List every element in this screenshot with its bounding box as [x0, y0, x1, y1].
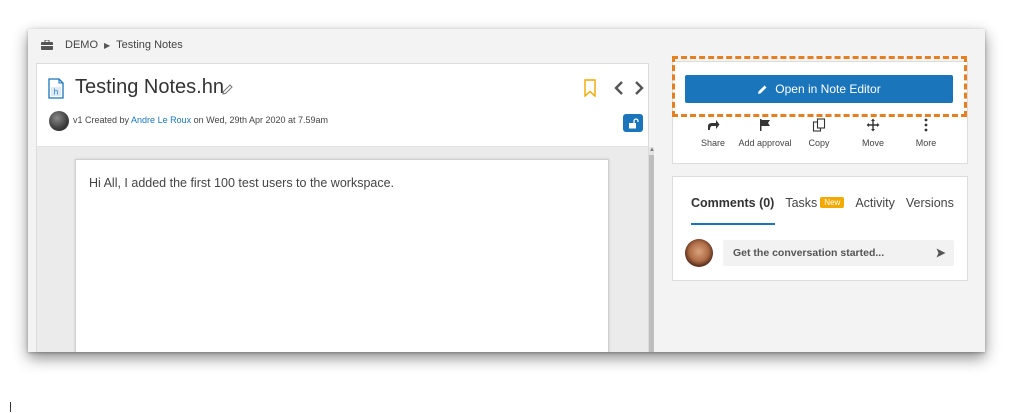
- caret-right-icon: ▶: [104, 40, 111, 50]
- add-approval-action[interactable]: Add approval: [737, 118, 793, 148]
- tab-tasks[interactable]: Tasks New: [785, 196, 845, 210]
- document-text: Hi All, I added the first 100 test users…: [89, 176, 395, 190]
- open-in-note-editor-button[interactable]: Open in Note Editor: [685, 75, 953, 103]
- document-panel: h Testing Notes.hn v1 Created by Andre L…: [36, 63, 655, 352]
- briefcase-icon: [41, 40, 53, 50]
- add-approval-label: Add approval: [738, 138, 792, 148]
- unlock-button[interactable]: [623, 114, 643, 132]
- breadcrumb-workspace[interactable]: DEMO: [65, 39, 98, 51]
- active-tab-indicator: [691, 223, 775, 225]
- note-file-icon: h: [48, 78, 64, 99]
- move-icon: [866, 118, 880, 132]
- author-avatar: [49, 111, 69, 131]
- more-vertical-icon: [924, 118, 928, 132]
- comments-panel: Comments (0) Tasks New Activity Versions …: [672, 176, 968, 281]
- share-label: Share: [700, 138, 726, 148]
- tab-comments[interactable]: Comments (0): [691, 196, 774, 210]
- right-sidebar: Open in Note Editor Share Add approval C…: [654, 29, 985, 352]
- move-label: Move: [861, 138, 884, 148]
- comments-tabs: Comments (0) Tasks New Activity Versions: [691, 195, 965, 211]
- flag-icon: [760, 119, 770, 131]
- unlock-icon: [628, 117, 639, 128]
- move-action[interactable]: Move: [845, 118, 901, 148]
- document-viewer: Hi All, I added the first 100 test users…: [37, 147, 648, 352]
- document-title: Testing Notes.hn: [75, 76, 224, 98]
- tab-versions[interactable]: Versions: [906, 196, 954, 210]
- share-icon: [708, 120, 720, 130]
- bookmark-icon[interactable]: [583, 79, 597, 97]
- send-icon[interactable]: [936, 248, 946, 258]
- breadcrumb: DEMO ▶ Testing Notes: [41, 37, 183, 53]
- copy-action[interactable]: Copy: [791, 118, 847, 148]
- open-editor-label: Open in Note Editor: [775, 82, 881, 96]
- tab-activity[interactable]: Activity: [855, 196, 895, 210]
- more-action[interactable]: More: [898, 118, 954, 148]
- new-badge: New: [820, 197, 845, 208]
- pencil-icon[interactable]: [221, 83, 234, 96]
- breadcrumb-page[interactable]: Testing Notes: [116, 39, 183, 51]
- svg-text:h: h: [54, 88, 58, 97]
- tab-tasks-label: Tasks: [785, 196, 818, 210]
- pencil-icon: [758, 85, 767, 94]
- chevron-right-icon[interactable]: [633, 80, 645, 96]
- document-page: Hi All, I added the first 100 test users…: [75, 159, 609, 352]
- meta-prefix: v1 Created by: [73, 115, 132, 125]
- document-meta: v1 Created by Andre Le Roux on Wed, 29th…: [73, 115, 328, 125]
- app-window: DEMO ▶ Testing Notes h Testing Notes.hn: [28, 29, 985, 352]
- actions-panel: Open in Note Editor Share Add approval C…: [672, 61, 968, 164]
- comment-input[interactable]: Get the conversation started...: [723, 240, 954, 266]
- copy-label: Copy: [808, 138, 830, 148]
- comment-placeholder: Get the conversation started...: [733, 247, 885, 259]
- author-link[interactable]: Andre Le Roux: [131, 115, 191, 125]
- copy-icon: [812, 118, 826, 132]
- meta-date: on Wed, 29th Apr 2020 at 7.59am: [191, 115, 329, 125]
- share-action[interactable]: Share: [685, 118, 741, 148]
- more-label: More: [915, 138, 937, 148]
- text-cursor: [10, 402, 11, 412]
- chevron-left-icon[interactable]: [613, 80, 625, 96]
- user-avatar: [685, 239, 713, 267]
- document-header: h Testing Notes.hn v1 Created by Andre L…: [37, 64, 648, 147]
